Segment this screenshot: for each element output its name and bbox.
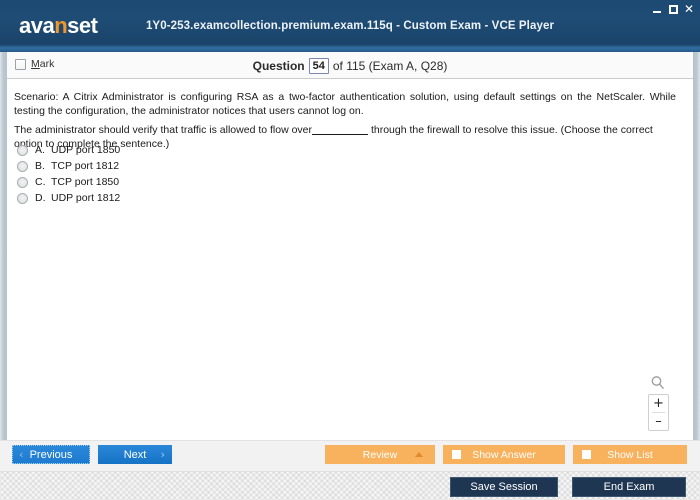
vce-player-window: avanset 1Y0-253.examcollection.premium.e…: [0, 0, 700, 500]
window-frame-left: [0, 52, 7, 440]
window-title: 1Y0-253.examcollection.premium.exam.115q…: [0, 20, 700, 32]
question-counter-label: Question: [253, 59, 305, 73]
show-list-button-label: Show List: [607, 449, 653, 461]
answer-option-a[interactable]: A. UDP port 1850: [17, 142, 517, 158]
option-text: UDP port 1812: [51, 192, 120, 204]
option-letter: B.: [35, 160, 51, 172]
scenario-text: Scenario: A Citrix Administrator is conf…: [14, 90, 676, 118]
mark-label-rest: ark: [40, 58, 55, 70]
next-button-label: Next: [124, 449, 147, 461]
answer-option-b[interactable]: B. TCP port 1812: [17, 158, 517, 174]
show-answer-button[interactable]: Show Answer: [443, 445, 565, 464]
answer-options-list: A. UDP port 1850 B. TCP port 1812 C. TCP…: [17, 142, 517, 206]
option-letter: D.: [35, 192, 51, 204]
previous-button[interactable]: ‹ Previous: [12, 445, 90, 464]
chevron-right-icon: ›: [161, 448, 165, 461]
question-counter-suffix: of 115 (Exam A, Q28): [333, 59, 448, 73]
answer-blank: [312, 134, 368, 135]
show-list-button[interactable]: Show List: [573, 445, 687, 464]
option-text: UDP port 1850: [51, 144, 120, 156]
radio-icon[interactable]: [17, 193, 28, 204]
option-letter: A.: [35, 144, 51, 156]
previous-button-label: Previous: [30, 449, 73, 461]
navigation-bar: ‹ Previous Next › Review Show Answer Sho…: [0, 440, 700, 471]
mark-checkbox[interactable]: Mark: [15, 58, 54, 70]
maximize-icon[interactable]: [669, 5, 678, 14]
answer-option-d[interactable]: D. UDP port 1812: [17, 190, 517, 206]
zoom-controls: + –: [648, 394, 669, 431]
minimize-icon[interactable]: [653, 5, 662, 14]
radio-icon[interactable]: [17, 145, 28, 156]
review-button-label: Review: [363, 449, 397, 461]
option-text: TCP port 1850: [51, 176, 119, 188]
question-content-area: Scenario: A Citrix Administrator is conf…: [7, 79, 693, 440]
zoom-in-button[interactable]: +: [649, 395, 668, 412]
answer-option-c[interactable]: C. TCP port 1850: [17, 174, 517, 190]
end-exam-button[interactable]: End Exam: [572, 477, 686, 497]
chevron-left-icon: ‹: [19, 448, 23, 461]
close-icon[interactable]: ✕: [684, 4, 694, 15]
radio-icon[interactable]: [17, 161, 28, 172]
checkbox-icon: [452, 450, 461, 459]
window-controls: ✕: [653, 3, 694, 16]
next-button[interactable]: Next ›: [98, 445, 172, 464]
question-counter: Question 54 of 115 (Exam A, Q28): [7, 52, 693, 79]
magnifier-icon[interactable]: [650, 375, 666, 391]
checkbox-icon: [582, 450, 591, 459]
prompt-before-blank: The administrator should verify that tra…: [14, 124, 312, 136]
title-bar: avanset 1Y0-253.examcollection.premium.e…: [0, 0, 700, 53]
zoom-out-button[interactable]: –: [649, 413, 668, 430]
save-session-button[interactable]: Save Session: [450, 477, 558, 497]
mark-checkbox-box[interactable]: [15, 59, 26, 70]
option-text: TCP port 1812: [51, 160, 119, 172]
window-frame-right: [693, 52, 700, 440]
mark-label-accel: M: [31, 58, 40, 70]
status-bar: Save Session End Exam: [0, 471, 700, 500]
radio-icon[interactable]: [17, 177, 28, 188]
option-letter: C.: [35, 176, 51, 188]
review-button[interactable]: Review: [325, 445, 435, 464]
triangle-up-icon: [415, 452, 423, 457]
question-header-bar: Mark Question 54 of 115 (Exam A, Q28): [7, 52, 693, 79]
question-number-field[interactable]: 54: [309, 58, 329, 74]
mark-label: Mark: [31, 58, 54, 70]
show-answer-button-label: Show Answer: [472, 449, 536, 461]
